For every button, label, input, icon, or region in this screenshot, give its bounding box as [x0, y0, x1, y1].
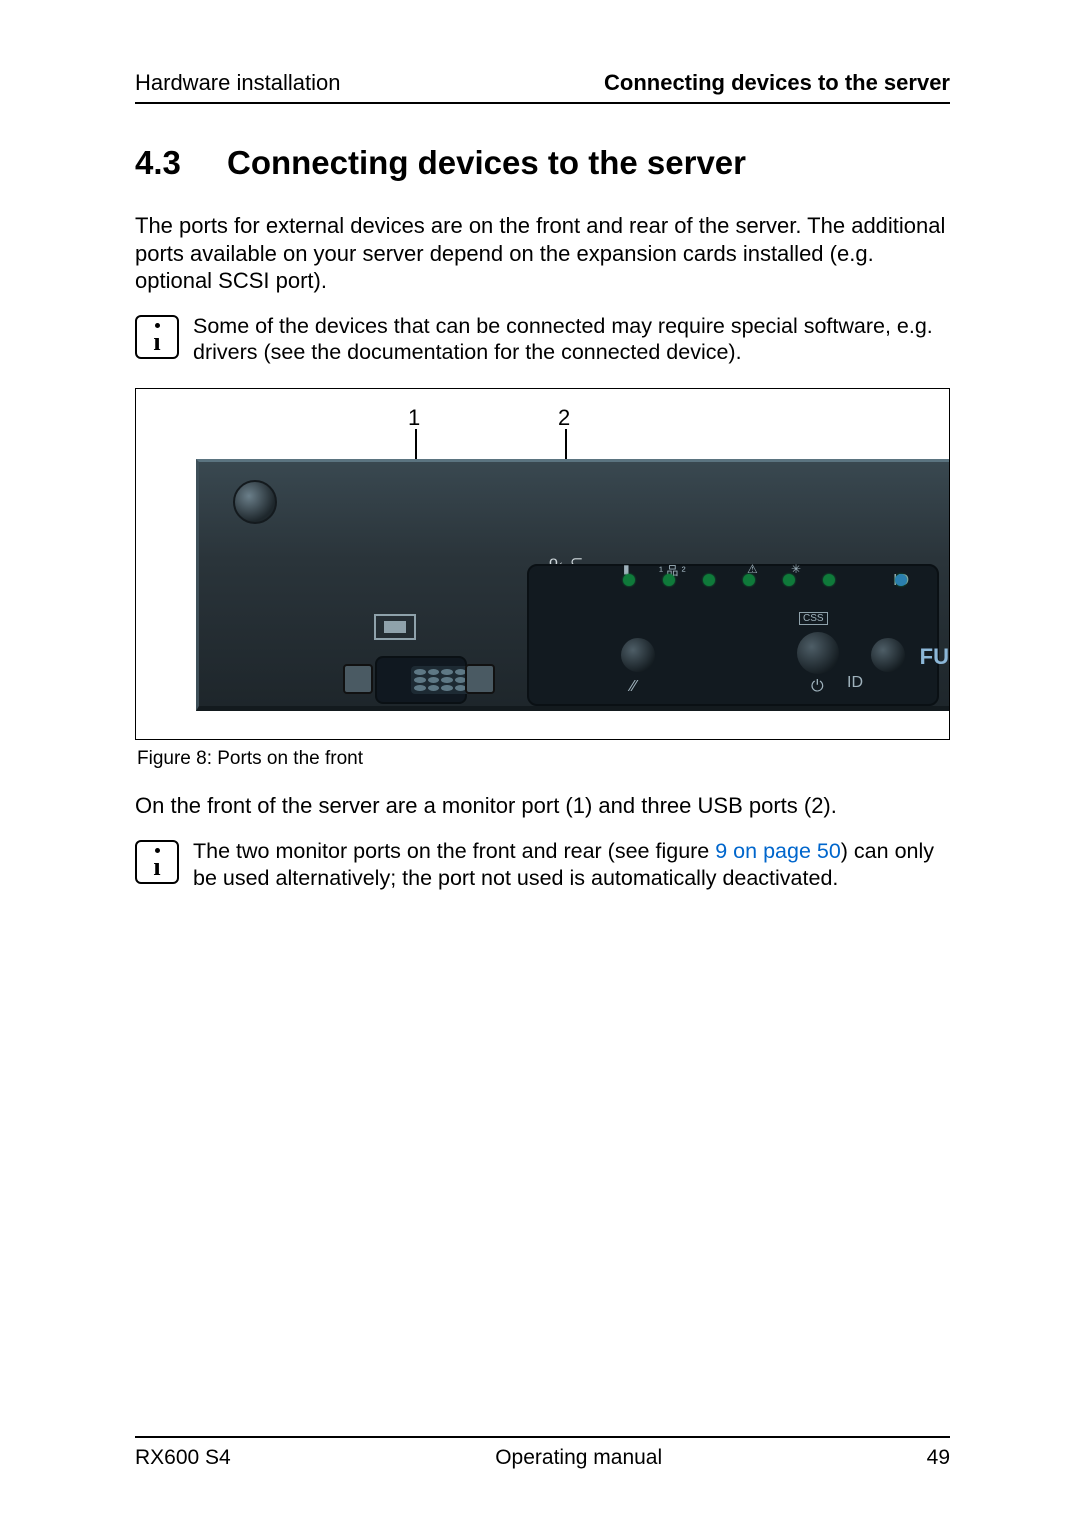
- footer-rule: [135, 1436, 950, 1438]
- nmi-switch-icon: [374, 614, 416, 640]
- status-led-icon: [743, 574, 755, 586]
- id-led-icon: [895, 574, 907, 586]
- footer-model: RX600 S4: [135, 1446, 231, 1470]
- section-number: 4.3: [135, 144, 227, 182]
- figure-ports-front: 1 2 o←⊂ ▮ ¹ 品 ² ⚠ ✳ ID: [135, 388, 950, 740]
- section-heading: 4.3Connecting devices to the server: [135, 144, 950, 182]
- section-title: Connecting devices to the server: [227, 144, 746, 181]
- reset-button-icon: [621, 638, 655, 672]
- vga-port-icon: [349, 656, 489, 700]
- figure-caption: Figure 8: Ports on the front: [137, 748, 950, 770]
- info-note-1: ı Some of the devices that can be connec…: [135, 313, 950, 367]
- callout-2: 2: [558, 405, 570, 431]
- status-led-icon: [663, 574, 675, 586]
- paragraph-ports: On the front of the server are a monitor…: [135, 792, 950, 820]
- brand-fragment: FU: [920, 644, 949, 670]
- status-led-icon: [623, 574, 635, 586]
- thumbscrew-icon: [233, 480, 277, 524]
- footer-title: Operating manual: [495, 1446, 662, 1470]
- header-rule: [135, 102, 950, 104]
- status-led-icon: [703, 574, 715, 586]
- id-label: ID: [847, 674, 863, 692]
- power-icon: ⏻: [811, 678, 824, 696]
- id-button-icon: [871, 638, 905, 672]
- info-icon: ı: [135, 840, 179, 884]
- figure-9-xref-link[interactable]: 9 on page 50: [715, 839, 841, 863]
- info-icon: ı: [135, 315, 179, 359]
- info-note-2-text: The two monitor ports on the front and r…: [193, 838, 950, 892]
- header-left: Hardware installation: [135, 70, 340, 96]
- status-led-icon: [783, 574, 795, 586]
- callout-1: 1: [408, 405, 420, 431]
- intro-paragraph: The ports for external devices are on th…: [135, 212, 950, 295]
- control-panel: ▮ ¹ 品 ² ⚠ ✳ ID CSS ⁄⁄ ⏻: [527, 564, 939, 706]
- page-footer: RX600 S4 Operating manual 49: [135, 1428, 950, 1470]
- power-button-icon: [797, 632, 839, 674]
- running-header: Hardware installation Connecting devices…: [135, 70, 950, 96]
- info-note-2: ı The two monitor ports on the front and…: [135, 838, 950, 892]
- css-label: CSS: [799, 612, 828, 625]
- server-front-panel-photo: o←⊂ ▮ ¹ 品 ² ⚠ ✳ ID: [196, 459, 949, 711]
- header-right: Connecting devices to the server: [604, 70, 950, 96]
- status-led-icon: [823, 574, 835, 586]
- footer-page-number: 49: [927, 1446, 950, 1470]
- info-note-1-text: Some of the devices that can be connecte…: [193, 313, 950, 367]
